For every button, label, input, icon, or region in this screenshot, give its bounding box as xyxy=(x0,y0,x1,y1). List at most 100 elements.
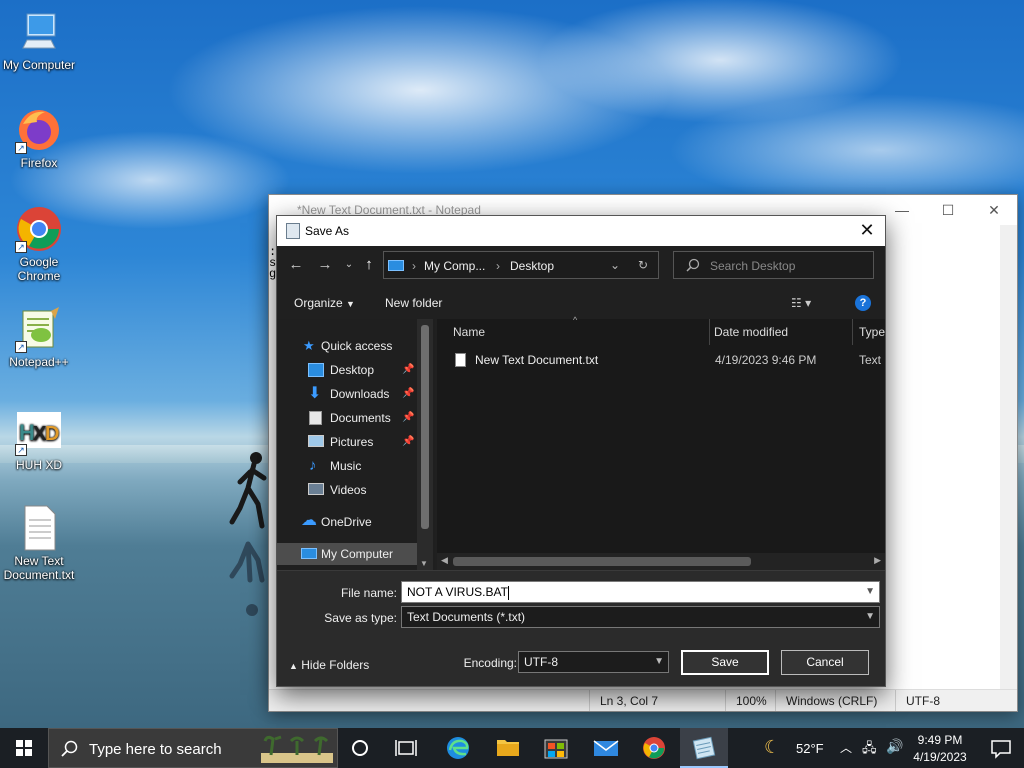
taskbar-file-explorer[interactable] xyxy=(484,728,532,768)
download-arrow-icon: ⬇ xyxy=(308,385,322,402)
nav-scrollbar[interactable]: ▼ xyxy=(417,319,433,570)
notepad-scrollbar[interactable] xyxy=(1000,225,1017,689)
weather-widget[interactable]: ☾ 52°F xyxy=(760,728,830,768)
dialog-title: Save As xyxy=(305,224,350,238)
up-arrow-icon[interactable]: ↑ xyxy=(359,256,379,273)
volume-icon[interactable]: 🔊 xyxy=(886,738,903,755)
refresh-icon[interactable]: ↻ xyxy=(638,258,648,272)
shortcut-arrow-icon: ↗ xyxy=(15,341,27,353)
desktop-icon-my-computer[interactable]: My Computer xyxy=(0,8,78,72)
navigation-bar: ← → ⌄ ↑ › My Comp... › Desktop ⌄ ↻ Searc… xyxy=(277,246,885,286)
cortana-button[interactable] xyxy=(338,728,386,768)
file-row[interactable]: New Text Document.txt 4/19/2023 9:46 PM … xyxy=(445,349,885,371)
save-button[interactable]: Save xyxy=(681,650,769,675)
taskbar-mail[interactable] xyxy=(582,728,630,768)
nav-quick-access[interactable]: ★ Quick access xyxy=(277,335,417,357)
chevron-up-icon[interactable]: ︿ xyxy=(840,739,852,756)
desktop-icon-huh-xd[interactable]: HXD ↗ HUH XD xyxy=(0,408,78,472)
chevron-up-icon: ▲ xyxy=(289,661,298,671)
nav-item-videos[interactable]: Videos xyxy=(277,479,417,501)
taskbar-chrome[interactable] xyxy=(630,728,678,768)
desktop-icon-firefox[interactable]: ↗ Firefox xyxy=(0,106,78,170)
chevron-down-icon[interactable]: ▼ xyxy=(865,582,875,602)
desktop-icon-notepadpp[interactable]: ↗ Notepad++ xyxy=(0,305,78,369)
nav-item-pictures[interactable]: Pictures 📌 xyxy=(277,431,417,453)
new-folder-button[interactable]: New folder xyxy=(385,296,442,310)
close-icon[interactable]: ✕ xyxy=(857,220,877,240)
address-bar[interactable]: › My Comp... › Desktop ⌄ ↻ xyxy=(383,251,659,279)
column-header-date[interactable]: Date modified xyxy=(706,319,853,345)
view-options-icon[interactable]: ☷ ▾ xyxy=(791,296,811,310)
save-options-panel: File name: NOT A VIRUS.BAT ▼ Save as typ… xyxy=(277,570,885,686)
sort-arrow-icon: ^ xyxy=(573,315,578,325)
close-icon[interactable]: ✕ xyxy=(971,195,1017,225)
horizontal-scrollbar[interactable]: ◀ ▶ xyxy=(437,553,885,570)
file-list: Name ^ Date modified Type New Text Docum… xyxy=(437,315,885,570)
file-name-input[interactable]: NOT A VIRUS.BAT ▼ xyxy=(401,581,880,603)
clock-date: 4/19/2023 xyxy=(913,750,967,764)
scrollbar-thumb[interactable] xyxy=(421,325,429,529)
cloud-icon: ☁ xyxy=(301,512,317,529)
scrollbar-thumb[interactable] xyxy=(453,557,751,566)
encoding-label: Encoding: xyxy=(463,656,517,670)
star-icon: ★ xyxy=(303,338,315,353)
taskbar-search[interactable]: Type here to search xyxy=(48,728,338,768)
nav-item-documents[interactable]: Documents 📌 xyxy=(277,407,417,429)
hide-folders-button[interactable]: ▲ Hide Folders xyxy=(289,658,369,672)
task-view-button[interactable] xyxy=(384,728,432,768)
text-file-icon xyxy=(455,353,466,367)
breadcrumb-desktop[interactable]: Desktop xyxy=(510,259,554,273)
search-box[interactable]: Search Desktop xyxy=(673,251,874,279)
shortcut-arrow-icon: ↗ xyxy=(15,241,27,253)
save-type-select[interactable]: Text Documents (*.txt) ▼ xyxy=(401,606,880,628)
nav-my-computer[interactable]: My Computer xyxy=(277,543,433,565)
nav-onedrive[interactable]: ☁ OneDrive xyxy=(277,511,417,533)
desktop-icon-chrome[interactable]: ↗ Google Chrome xyxy=(0,205,78,283)
nav-item-downloads[interactable]: ⬇ Downloads 📌 xyxy=(277,383,417,405)
cortana-circle-icon xyxy=(352,740,368,756)
chevron-down-icon: ▼ xyxy=(346,299,355,309)
breadcrumb-my-computer[interactable]: My Comp... xyxy=(424,259,485,273)
file-name-label: File name: xyxy=(340,586,397,600)
notifications-button[interactable] xyxy=(978,728,1024,768)
desktop-icon-text-file[interactable]: New Text Document.txt xyxy=(0,504,78,582)
taskbar-store[interactable] xyxy=(532,728,580,768)
organize-button[interactable]: Organize ▼ xyxy=(294,296,355,310)
chevron-right-icon[interactable]: ▶ xyxy=(874,555,881,566)
nav-item-music[interactable]: ♪ Music xyxy=(277,455,417,477)
back-arrow-icon[interactable]: ← xyxy=(286,256,306,273)
firefox-icon: ↗ xyxy=(15,106,63,154)
column-header-type[interactable]: Type xyxy=(851,319,885,345)
nav-label: Videos xyxy=(330,483,367,497)
forward-arrow-icon[interactable]: → xyxy=(315,256,335,273)
nav-label: Desktop xyxy=(330,363,375,377)
taskbar-notepad[interactable] xyxy=(680,728,728,768)
pin-icon: 📌 xyxy=(402,412,415,423)
file-date: 4/19/2023 9:46 PM xyxy=(715,353,817,367)
desktop-icon-label: HUH XD xyxy=(15,458,62,472)
file-type: Text D xyxy=(859,353,885,367)
network-icon[interactable]: 🖧 xyxy=(862,739,877,761)
chevron-down-icon[interactable]: ⌄ xyxy=(610,258,620,272)
save-type-value: Text Documents (*.txt) xyxy=(407,610,526,624)
breadcrumb-separator-icon: › xyxy=(496,259,500,273)
computer-icon xyxy=(301,548,317,559)
encoding-select[interactable]: UTF-8 ▼ xyxy=(518,651,669,673)
column-header-name[interactable]: Name xyxy=(445,319,710,345)
start-button[interactable] xyxy=(0,728,48,768)
maximize-icon[interactable]: ☐ xyxy=(925,195,971,225)
taskbar-edge[interactable] xyxy=(434,728,482,768)
clock[interactable]: 9:49 PM 4/19/2023 xyxy=(905,728,975,768)
hide-folders-label: Hide Folders xyxy=(301,658,370,672)
help-icon[interactable]: ? xyxy=(855,295,871,311)
chevron-down-icon[interactable]: ▼ xyxy=(420,559,428,568)
clock-time: 9:49 PM xyxy=(917,733,963,747)
chevron-left-icon[interactable]: ◀ xyxy=(441,555,448,566)
recent-locations-chevron-icon[interactable]: ⌄ xyxy=(339,259,359,270)
cancel-button[interactable]: Cancel xyxy=(781,650,869,675)
chrome-icon xyxy=(643,737,665,759)
nav-label: Downloads xyxy=(330,387,390,401)
computer-icon xyxy=(388,260,404,271)
windows-logo-icon xyxy=(16,740,32,756)
nav-item-desktop[interactable]: Desktop 📌 xyxy=(277,359,417,381)
